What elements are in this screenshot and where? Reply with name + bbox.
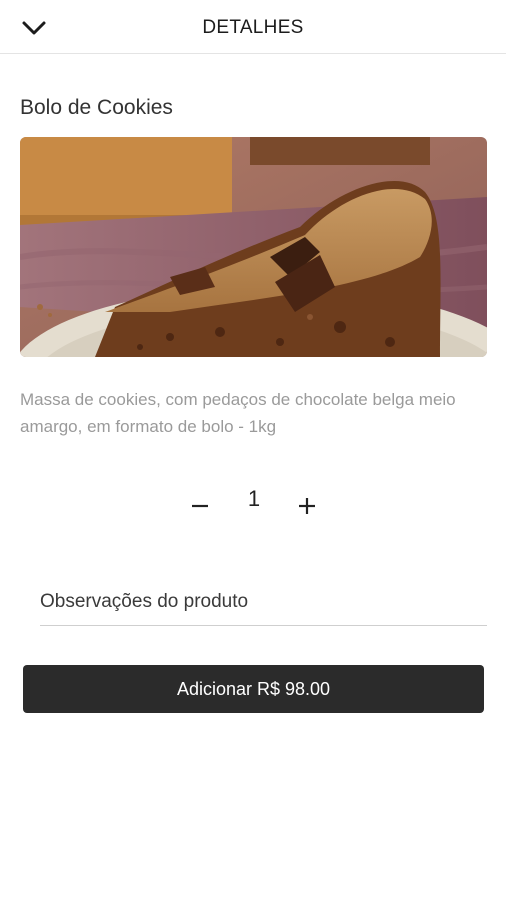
minus-icon xyxy=(192,504,208,508)
product-image xyxy=(20,137,487,357)
product-name: Bolo de Cookies xyxy=(20,96,173,119)
add-to-cart-button[interactable]: Adicionar R$ 98.00 xyxy=(23,665,484,713)
decrease-quantity-button[interactable] xyxy=(182,488,218,524)
page-title: DETALHES xyxy=(202,17,304,38)
quantity-value: 1 xyxy=(247,486,261,511)
product-notes-input[interactable] xyxy=(40,578,487,626)
increase-quantity-button[interactable] xyxy=(289,488,325,524)
top-bar: DETALHES xyxy=(0,0,506,54)
plus-icon xyxy=(299,498,315,514)
product-description: Massa de cookies, com pedaços de chocola… xyxy=(20,390,456,436)
